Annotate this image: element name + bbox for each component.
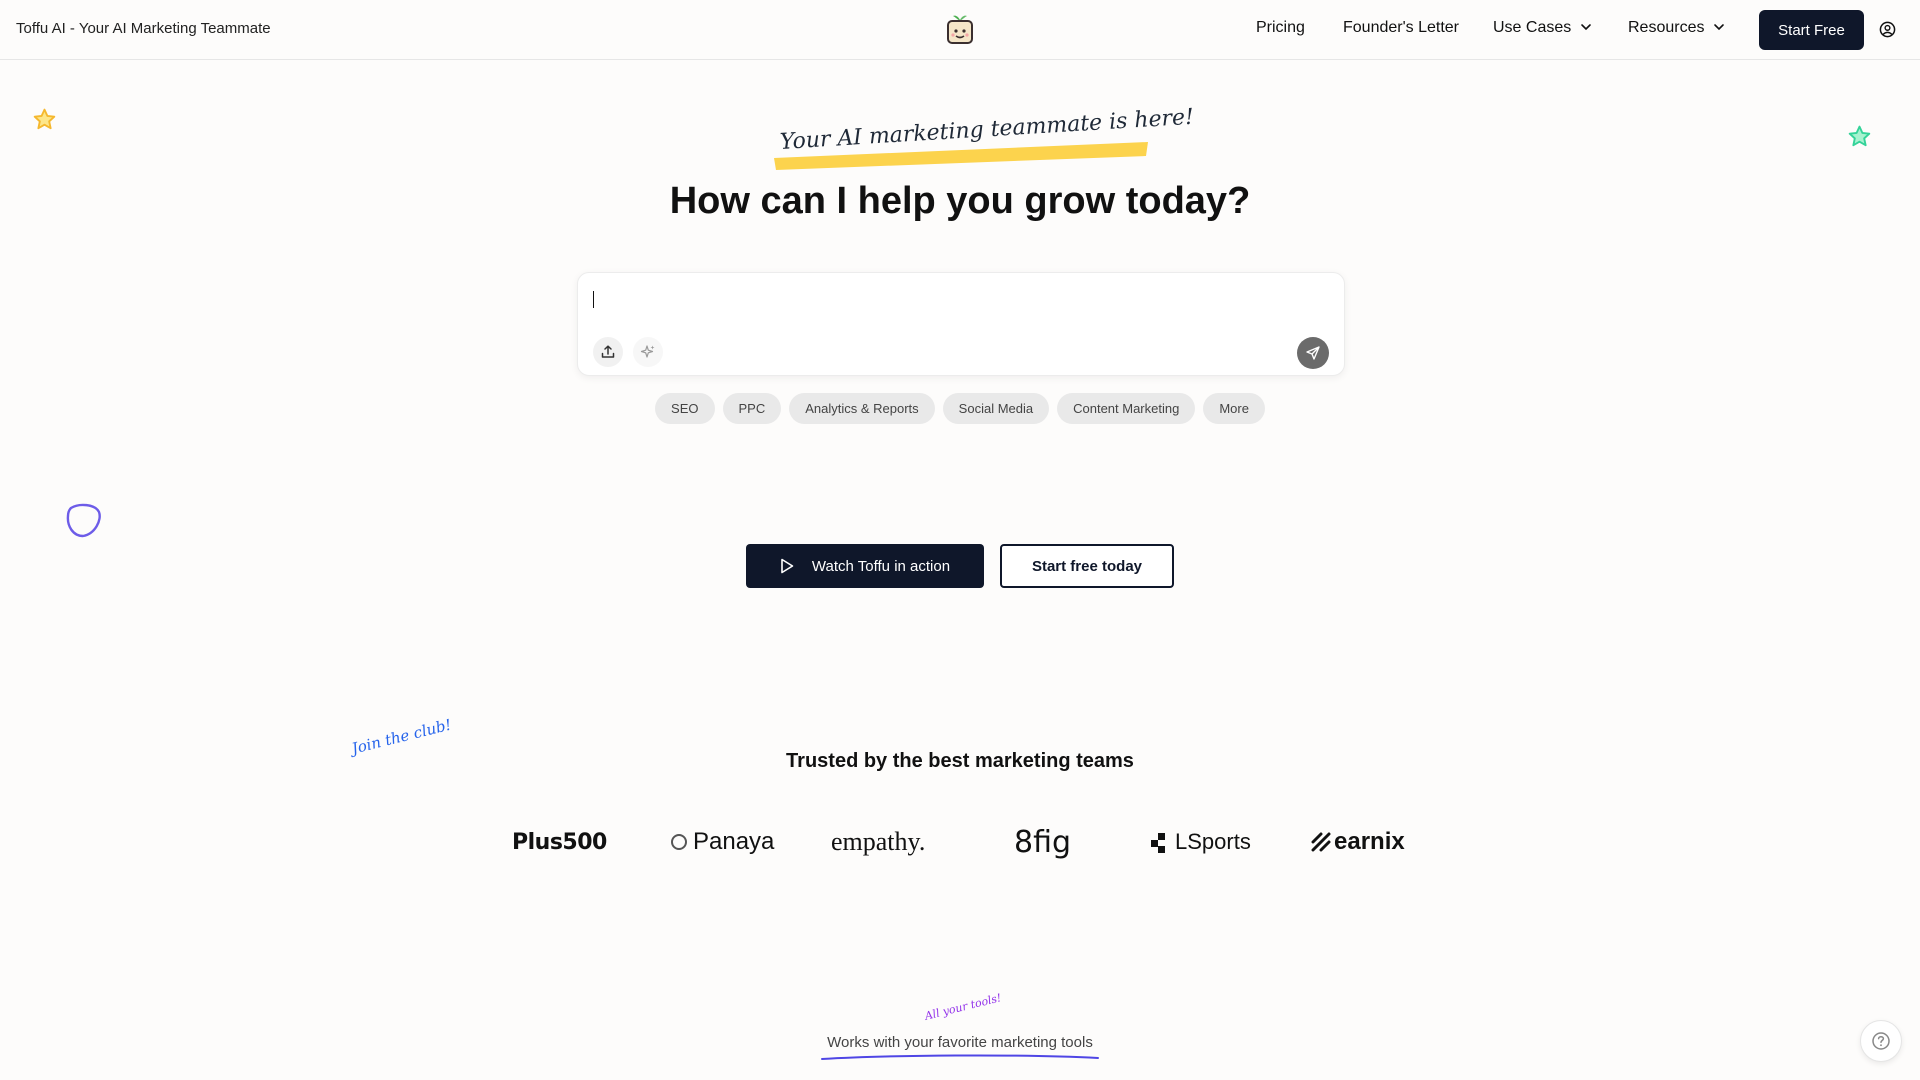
ai-enhance-button[interactable]: [633, 337, 663, 367]
upload-button[interactable]: [593, 337, 623, 367]
all-your-tools-annotation: All your tools!: [923, 991, 1003, 1023]
watch-demo-label: Watch Toffu in action: [811, 557, 951, 575]
upload-icon: [601, 345, 615, 358]
toffu-logo-icon[interactable]: [945, 13, 975, 45]
chat-prompt-box: [577, 272, 1345, 376]
chat-input[interactable]: [592, 287, 1292, 311]
start-free-today-button[interactable]: Start free today: [1000, 544, 1174, 588]
earnix-mark-icon: [1311, 832, 1331, 852]
star-icon: [1848, 125, 1871, 147]
nav-use-cases-dropdown[interactable]: Use Cases: [1493, 19, 1593, 37]
chip-analytics-reports[interactable]: Analytics & Reports: [789, 393, 935, 424]
lsports-mark-icon: [1151, 833, 1165, 853]
send-icon: [1306, 346, 1320, 360]
chip-more[interactable]: More: [1203, 393, 1265, 424]
play-icon: [781, 558, 794, 574]
hero-headline: How can I help you grow today?: [669, 180, 1251, 222]
panaya-ring-icon: [671, 834, 687, 850]
top-navigation-bar: Toffu AI - Your AI Marketing Teammate Pr…: [0, 0, 1920, 60]
sparkle-icon: [640, 345, 655, 358]
nav-resources-label: Resources: [1628, 19, 1705, 36]
user-circle-icon[interactable]: [1879, 21, 1896, 38]
panaya-logo: Panaya: [671, 825, 774, 859]
works-with-text: Works with your favorite marketing tools: [827, 1034, 1093, 1051]
nav-use-cases-label: Use Cases: [1493, 19, 1572, 36]
trusted-by-heading: Trusted by the best marketing teams: [786, 750, 1134, 772]
chip-social-media[interactable]: Social Media: [942, 393, 1050, 424]
chip-content-marketing[interactable]: Content Marketing: [1057, 393, 1196, 424]
chevron-down-icon: [1714, 24, 1725, 31]
watch-demo-button[interactable]: Watch Toffu in action: [746, 544, 984, 588]
lsports-logo-text: LSports: [1175, 829, 1251, 854]
nav-pricing-link[interactable]: Pricing: [1256, 19, 1305, 37]
earnix-logo: earnix: [1311, 825, 1405, 859]
blob-shape-decoration: [66, 503, 101, 538]
chip-ppc[interactable]: PPC: [722, 393, 782, 424]
help-circle-icon: [1872, 1032, 1890, 1050]
plus500-logo: Plus500: [512, 829, 607, 855]
earnix-logo-text: earnix: [1334, 828, 1405, 855]
chevron-down-icon: [1581, 24, 1592, 31]
lsports-logo: LSports: [1151, 825, 1251, 859]
tagline: Your AI marketing teammate is here!: [770, 105, 1195, 172]
help-button[interactable]: [1860, 1020, 1902, 1062]
panaya-logo-text: Panaya: [693, 828, 775, 855]
works-with-underline: [821, 1054, 1099, 1060]
empathy-logo: empathy.: [831, 827, 926, 856]
nav-founders-letter-link[interactable]: Founder's Letter: [1343, 19, 1459, 37]
nav-resources-dropdown[interactable]: Resources: [1628, 19, 1726, 37]
star-icon: [33, 108, 56, 130]
chip-seo[interactable]: SEO: [655, 393, 715, 424]
topic-chips: SEO PPC Analytics & Reports Social Media…: [0, 393, 1920, 424]
site-title: Toffu AI - Your AI Marketing Teammate: [16, 20, 271, 37]
8fig-logo: 8fig: [1014, 824, 1072, 860]
start-free-button[interactable]: Start Free: [1759, 10, 1864, 50]
text-caret: [593, 291, 594, 308]
send-button[interactable]: [1297, 337, 1329, 369]
customer-logos: Plus500 Panaya empathy. 8fig LSports ear…: [0, 824, 1920, 860]
